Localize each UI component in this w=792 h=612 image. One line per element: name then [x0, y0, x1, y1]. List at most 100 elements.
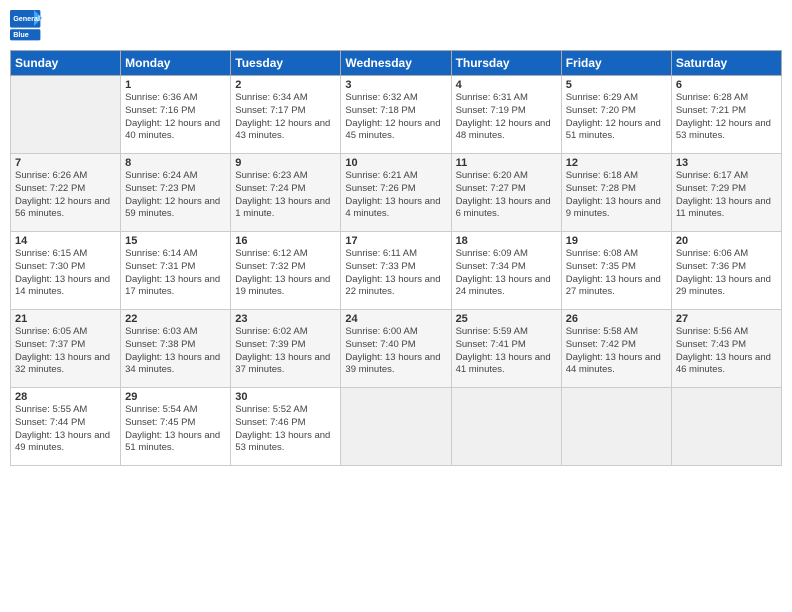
day-info: Sunrise: 5:59 AMSunset: 7:41 PMDaylight:… [456, 326, 557, 377]
day-number: 16 [235, 235, 336, 247]
day-cell: 19Sunrise: 6:08 AMSunset: 7:35 PMDayligh… [561, 232, 671, 310]
day-info: Sunrise: 6:00 AMSunset: 7:40 PMDaylight:… [345, 326, 446, 377]
day-cell: 16Sunrise: 6:12 AMSunset: 7:32 PMDayligh… [231, 232, 341, 310]
page: General Blue Sunday Monday Tuesday Wedne… [0, 0, 792, 612]
day-number: 5 [566, 79, 667, 91]
col-friday: Friday [561, 51, 671, 76]
day-cell: 10Sunrise: 6:21 AMSunset: 7:26 PMDayligh… [341, 154, 451, 232]
day-cell [671, 388, 781, 466]
day-number: 12 [566, 157, 667, 169]
day-cell: 12Sunrise: 6:18 AMSunset: 7:28 PMDayligh… [561, 154, 671, 232]
col-sunday: Sunday [11, 51, 121, 76]
col-wednesday: Wednesday [341, 51, 451, 76]
day-info: Sunrise: 6:21 AMSunset: 7:26 PMDaylight:… [345, 170, 446, 221]
day-cell: 20Sunrise: 6:06 AMSunset: 7:36 PMDayligh… [671, 232, 781, 310]
day-cell: 27Sunrise: 5:56 AMSunset: 7:43 PMDayligh… [671, 310, 781, 388]
day-number: 19 [566, 235, 667, 247]
day-info: Sunrise: 6:29 AMSunset: 7:20 PMDaylight:… [566, 92, 667, 143]
day-cell: 7Sunrise: 6:26 AMSunset: 7:22 PMDaylight… [11, 154, 121, 232]
week-row-1: 1Sunrise: 6:36 AMSunset: 7:16 PMDaylight… [11, 76, 782, 154]
day-cell: 29Sunrise: 5:54 AMSunset: 7:45 PMDayligh… [121, 388, 231, 466]
svg-text:General: General [13, 14, 40, 23]
day-info: Sunrise: 6:06 AMSunset: 7:36 PMDaylight:… [676, 248, 777, 299]
day-cell: 8Sunrise: 6:24 AMSunset: 7:23 PMDaylight… [121, 154, 231, 232]
day-number: 23 [235, 313, 336, 325]
day-info: Sunrise: 5:54 AMSunset: 7:45 PMDaylight:… [125, 404, 226, 455]
day-info: Sunrise: 6:32 AMSunset: 7:18 PMDaylight:… [345, 92, 446, 143]
day-info: Sunrise: 6:12 AMSunset: 7:32 PMDaylight:… [235, 248, 336, 299]
day-info: Sunrise: 5:55 AMSunset: 7:44 PMDaylight:… [15, 404, 116, 455]
col-thursday: Thursday [451, 51, 561, 76]
day-info: Sunrise: 6:15 AMSunset: 7:30 PMDaylight:… [15, 248, 116, 299]
day-info: Sunrise: 6:26 AMSunset: 7:22 PMDaylight:… [15, 170, 116, 221]
day-cell: 3Sunrise: 6:32 AMSunset: 7:18 PMDaylight… [341, 76, 451, 154]
day-number: 28 [15, 391, 116, 403]
day-number: 21 [15, 313, 116, 325]
day-cell: 28Sunrise: 5:55 AMSunset: 7:44 PMDayligh… [11, 388, 121, 466]
day-cell: 9Sunrise: 6:23 AMSunset: 7:24 PMDaylight… [231, 154, 341, 232]
day-number: 2 [235, 79, 336, 91]
day-number: 4 [456, 79, 557, 91]
day-cell: 17Sunrise: 6:11 AMSunset: 7:33 PMDayligh… [341, 232, 451, 310]
day-number: 27 [676, 313, 777, 325]
day-number: 30 [235, 391, 336, 403]
day-cell [11, 76, 121, 154]
day-info: Sunrise: 6:08 AMSunset: 7:35 PMDaylight:… [566, 248, 667, 299]
col-monday: Monday [121, 51, 231, 76]
logo: General Blue [10, 10, 46, 42]
calendar-table: Sunday Monday Tuesday Wednesday Thursday… [10, 50, 782, 466]
day-number: 24 [345, 313, 446, 325]
day-info: Sunrise: 6:09 AMSunset: 7:34 PMDaylight:… [456, 248, 557, 299]
day-cell: 22Sunrise: 6:03 AMSunset: 7:38 PMDayligh… [121, 310, 231, 388]
day-info: Sunrise: 6:17 AMSunset: 7:29 PMDaylight:… [676, 170, 777, 221]
day-info: Sunrise: 6:03 AMSunset: 7:38 PMDaylight:… [125, 326, 226, 377]
day-cell: 25Sunrise: 5:59 AMSunset: 7:41 PMDayligh… [451, 310, 561, 388]
day-number: 6 [676, 79, 777, 91]
day-cell: 24Sunrise: 6:00 AMSunset: 7:40 PMDayligh… [341, 310, 451, 388]
day-cell: 30Sunrise: 5:52 AMSunset: 7:46 PMDayligh… [231, 388, 341, 466]
day-number: 14 [15, 235, 116, 247]
day-number: 8 [125, 157, 226, 169]
day-info: Sunrise: 6:20 AMSunset: 7:27 PMDaylight:… [456, 170, 557, 221]
day-info: Sunrise: 6:02 AMSunset: 7:39 PMDaylight:… [235, 326, 336, 377]
day-cell: 4Sunrise: 6:31 AMSunset: 7:19 PMDaylight… [451, 76, 561, 154]
day-cell: 26Sunrise: 5:58 AMSunset: 7:42 PMDayligh… [561, 310, 671, 388]
day-cell: 5Sunrise: 6:29 AMSunset: 7:20 PMDaylight… [561, 76, 671, 154]
day-cell: 11Sunrise: 6:20 AMSunset: 7:27 PMDayligh… [451, 154, 561, 232]
day-number: 13 [676, 157, 777, 169]
day-number: 3 [345, 79, 446, 91]
day-number: 7 [15, 157, 116, 169]
day-cell: 1Sunrise: 6:36 AMSunset: 7:16 PMDaylight… [121, 76, 231, 154]
week-row-4: 21Sunrise: 6:05 AMSunset: 7:37 PMDayligh… [11, 310, 782, 388]
header-row: Sunday Monday Tuesday Wednesday Thursday… [11, 51, 782, 76]
day-info: Sunrise: 5:56 AMSunset: 7:43 PMDaylight:… [676, 326, 777, 377]
day-cell: 18Sunrise: 6:09 AMSunset: 7:34 PMDayligh… [451, 232, 561, 310]
week-row-3: 14Sunrise: 6:15 AMSunset: 7:30 PMDayligh… [11, 232, 782, 310]
day-cell: 2Sunrise: 6:34 AMSunset: 7:17 PMDaylight… [231, 76, 341, 154]
day-number: 10 [345, 157, 446, 169]
day-number: 18 [456, 235, 557, 247]
header: General Blue [10, 10, 782, 42]
day-cell: 21Sunrise: 6:05 AMSunset: 7:37 PMDayligh… [11, 310, 121, 388]
day-info: Sunrise: 6:28 AMSunset: 7:21 PMDaylight:… [676, 92, 777, 143]
day-number: 29 [125, 391, 226, 403]
day-cell [341, 388, 451, 466]
day-number: 11 [456, 157, 557, 169]
day-info: Sunrise: 5:58 AMSunset: 7:42 PMDaylight:… [566, 326, 667, 377]
day-info: Sunrise: 6:11 AMSunset: 7:33 PMDaylight:… [345, 248, 446, 299]
day-number: 17 [345, 235, 446, 247]
day-number: 25 [456, 313, 557, 325]
day-number: 9 [235, 157, 336, 169]
day-info: Sunrise: 6:18 AMSunset: 7:28 PMDaylight:… [566, 170, 667, 221]
day-info: Sunrise: 6:24 AMSunset: 7:23 PMDaylight:… [125, 170, 226, 221]
day-number: 15 [125, 235, 226, 247]
day-cell [451, 388, 561, 466]
day-info: Sunrise: 6:14 AMSunset: 7:31 PMDaylight:… [125, 248, 226, 299]
day-info: Sunrise: 6:31 AMSunset: 7:19 PMDaylight:… [456, 92, 557, 143]
day-info: Sunrise: 6:23 AMSunset: 7:24 PMDaylight:… [235, 170, 336, 221]
day-info: Sunrise: 6:05 AMSunset: 7:37 PMDaylight:… [15, 326, 116, 377]
day-cell: 23Sunrise: 6:02 AMSunset: 7:39 PMDayligh… [231, 310, 341, 388]
day-info: Sunrise: 6:34 AMSunset: 7:17 PMDaylight:… [235, 92, 336, 143]
day-cell: 6Sunrise: 6:28 AMSunset: 7:21 PMDaylight… [671, 76, 781, 154]
day-number: 1 [125, 79, 226, 91]
